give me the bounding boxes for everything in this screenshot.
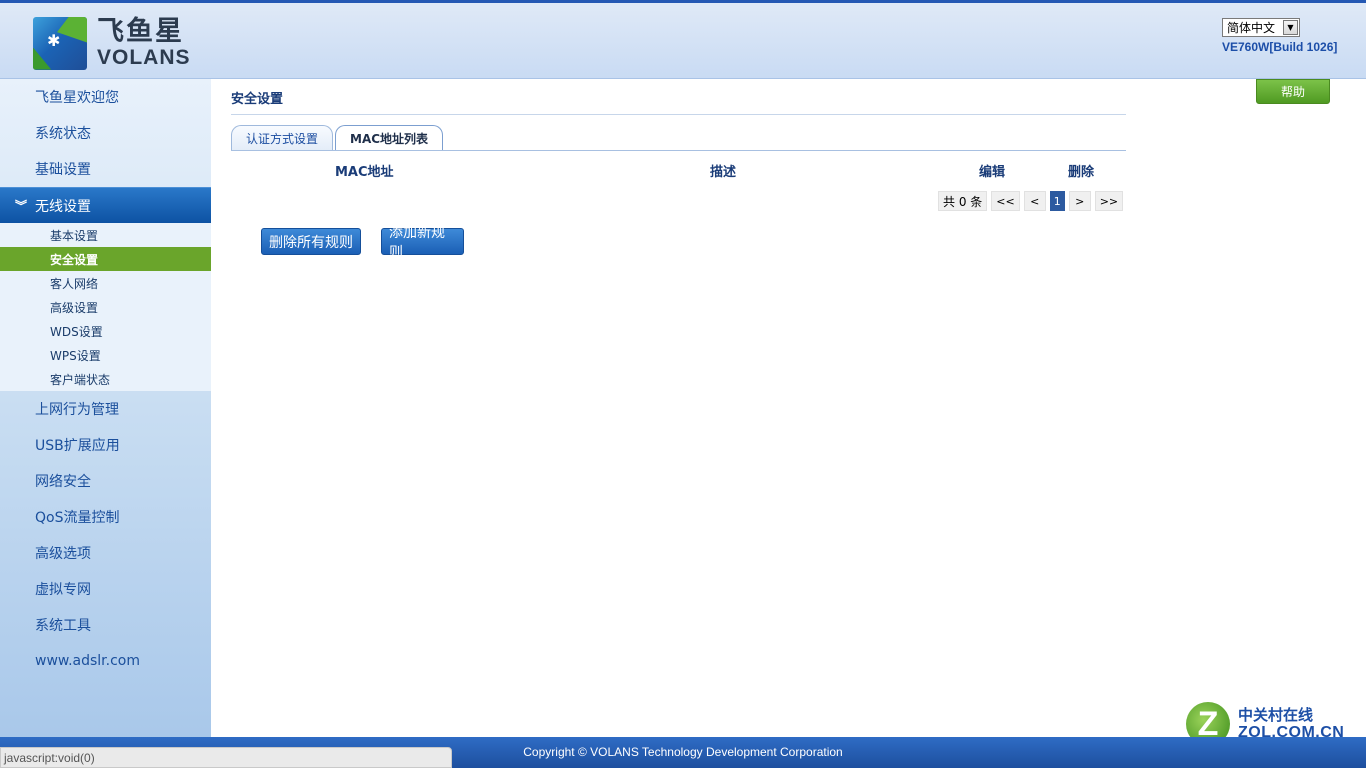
sidebar-item-usb[interactable]: USB扩展应用: [0, 427, 211, 463]
sidebar-item-label: 高级选项: [35, 546, 91, 562]
pagination-next-button[interactable]: >: [1068, 191, 1091, 211]
pagination-first-button[interactable]: <<: [991, 191, 1020, 211]
sidebar-item-welcome[interactable]: 飞鱼星欢迎您: [0, 79, 211, 115]
delete-all-rules-button[interactable]: 删除所有规则: [261, 228, 361, 255]
sidebar-item-network-security[interactable]: 网络安全: [0, 463, 211, 499]
submenu-item-client-status[interactable]: 客户端状态: [0, 367, 211, 391]
submenu-item-security[interactable]: 安全设置: [0, 247, 211, 271]
sidebar-item-vpn[interactable]: 虚拟专网: [0, 571, 211, 607]
page-title: 安全设置: [231, 92, 284, 107]
tab-divider: [231, 150, 1126, 151]
sidebar-item-advanced-options[interactable]: 高级选项: [0, 535, 211, 571]
sidebar-item-system-tools[interactable]: 系统工具: [0, 607, 211, 643]
sidebar: 飞鱼星欢迎您 系统状态 基础设置 ︾ 无线设置 基本设置 安全设置 客人网络 高…: [0, 79, 211, 737]
language-select-value: 简体中文: [1227, 21, 1276, 35]
zol-text-cn: 中关村在线: [1238, 706, 1314, 724]
sidebar-item-label: 基础设置: [35, 162, 91, 178]
pagination-total: 共 0 条: [938, 191, 988, 211]
pagination-last-button[interactable]: >>: [1094, 191, 1124, 211]
submenu-item-wds[interactable]: WDS设置: [0, 319, 211, 343]
logo-icon: ✱: [33, 16, 87, 70]
logo-text-en: VOLANS: [97, 46, 191, 69]
sidebar-item-label: QoS流量控制: [35, 510, 120, 526]
title-divider: [231, 114, 1126, 115]
browser-status-bar: javascript:void(0): [0, 747, 452, 768]
submenu-item-label: 客人网络: [50, 276, 99, 291]
logo-text-cn: 飞鱼星: [97, 16, 184, 47]
help-button[interactable]: 帮助: [1256, 79, 1330, 104]
double-chevron-down-icon: ︾: [15, 199, 28, 213]
submenu-item-basic[interactable]: 基本设置: [0, 223, 211, 247]
submenu-item-advanced[interactable]: 高级设置: [0, 295, 211, 319]
column-header-mac: MAC地址: [335, 165, 394, 180]
sidebar-item-label: www.adslr.com: [35, 653, 140, 669]
sidebar-item-label: 无线设置: [35, 198, 91, 215]
sidebar-link-website[interactable]: www.adslr.com: [0, 643, 211, 679]
submenu-item-label: 基本设置: [50, 228, 99, 243]
sidebar-item-wireless-settings[interactable]: ︾ 无线设置: [0, 187, 211, 223]
sidebar-item-label: 系统工具: [35, 618, 91, 634]
sidebar-item-behavior-management[interactable]: 上网行为管理: [0, 391, 211, 427]
sidebar-item-label: 网络安全: [35, 474, 91, 490]
submenu-item-label: 安全设置: [50, 252, 99, 267]
submenu-item-guest-network[interactable]: 客人网络: [0, 271, 211, 295]
language-select[interactable]: 简体中文 ▼: [1222, 18, 1300, 37]
submenu-item-label: 客户端状态: [50, 372, 111, 387]
submenu-item-label: 高级设置: [50, 300, 99, 315]
submenu-item-label: WDS设置: [50, 324, 103, 339]
sidebar-item-label: 系统状态: [35, 126, 91, 142]
chevron-down-icon[interactable]: ▼: [1283, 20, 1298, 35]
sidebar-item-label: 飞鱼星欢迎您: [35, 90, 119, 106]
sidebar-item-qos[interactable]: QoS流量控制: [0, 499, 211, 535]
tab-mac-list[interactable]: MAC地址列表: [335, 125, 444, 151]
header: ✱ 飞鱼星 VOLANS 简体中文 ▼ VE760W[Build 1026]: [0, 0, 1366, 79]
firmware-version: VE760W[Build 1026]: [1222, 40, 1338, 54]
sidebar-item-basic-settings[interactable]: 基础设置: [0, 151, 211, 187]
pagination-prev-button[interactable]: <: [1023, 191, 1046, 211]
wireless-submenu: 基本设置 安全设置 客人网络 高级设置 WDS设置 WPS设置 客户端状态: [0, 223, 211, 391]
volans-logo[interactable]: ✱ 飞鱼星 VOLANS: [33, 15, 193, 71]
sidebar-item-system-status[interactable]: 系统状态: [0, 115, 211, 151]
sidebar-item-label: USB扩展应用: [35, 438, 120, 454]
submenu-item-wps[interactable]: WPS设置: [0, 343, 211, 367]
column-header-description: 描述: [710, 165, 737, 180]
tab-bar: 认证方式设置 MAC地址列表: [231, 125, 445, 151]
column-header-delete: 删除: [1068, 165, 1095, 180]
column-header-edit: 编辑: [979, 165, 1006, 180]
add-new-rule-button[interactable]: 添加新规则: [381, 225, 464, 261]
sidebar-item-label: 虚拟专网: [35, 582, 91, 598]
tab-auth-method[interactable]: 认证方式设置: [231, 125, 334, 151]
pagination: 共 0 条 << < 1 > >>: [938, 191, 1124, 211]
submenu-item-label: WPS设置: [50, 348, 101, 363]
sidebar-item-label: 上网行为管理: [35, 402, 119, 418]
pagination-current-page[interactable]: 1: [1049, 191, 1065, 211]
